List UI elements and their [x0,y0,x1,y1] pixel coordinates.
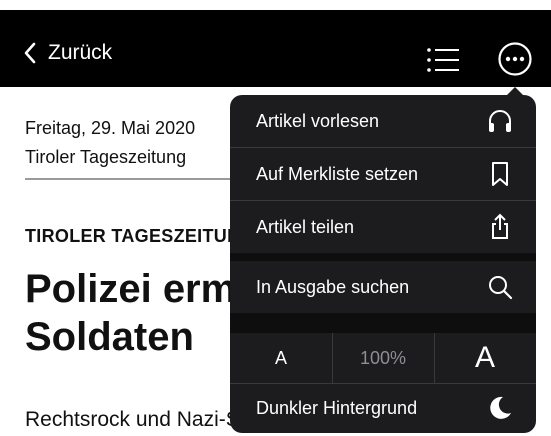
article-source: Tiroler Tageszeitung [25,147,187,167]
menu-item-bookmark[interactable]: Auf Merkliste setzen [230,148,536,200]
headphones-icon [489,110,511,132]
menu-item-label: Artikel teilen [256,216,355,237]
back-label: Zurück [48,41,113,64]
menu-item-share[interactable]: Artikel teilen [230,201,536,253]
divider [25,178,245,180]
menu-item-label: Dunkler Hintergrund [256,397,418,418]
menu-item-dark-mode[interactable]: Dunkler Hintergrund [230,383,536,433]
moon-icon [490,396,511,419]
menu-item-label: In Ausgabe suchen [256,276,410,297]
more-options-icon[interactable] [497,41,533,77]
share-icon [492,213,508,239]
options-popover: Artikel vorlesen Auf Merkliste setzen Ar… [230,95,536,433]
chevron-left-icon [24,42,36,64]
menu-item-label: Artikel vorlesen [256,110,380,131]
bookmark-icon [492,162,508,186]
menu-section-separator [230,313,536,333]
list-icon[interactable] [425,45,461,75]
article-date: Freitag, 29. Mai 2020 [25,118,196,138]
font-zoom-value: 100% [359,347,407,368]
article-kicker: TIROLER TAGESZEITUNG [25,226,255,246]
menu-item-search[interactable]: In Ausgabe suchen [230,261,536,313]
increase-font-button[interactable]: A [434,333,536,383]
search-icon [489,276,513,300]
menu-item-label: Auf Merkliste setzen [256,163,419,184]
back-button[interactable]: Zurück [22,38,112,68]
font-size-controls: A 100% A [230,333,536,383]
decrease-font-button[interactable]: A [230,333,332,383]
menu-item-read-aloud[interactable]: Artikel vorlesen [230,95,536,147]
menu-section-separator [230,253,536,261]
